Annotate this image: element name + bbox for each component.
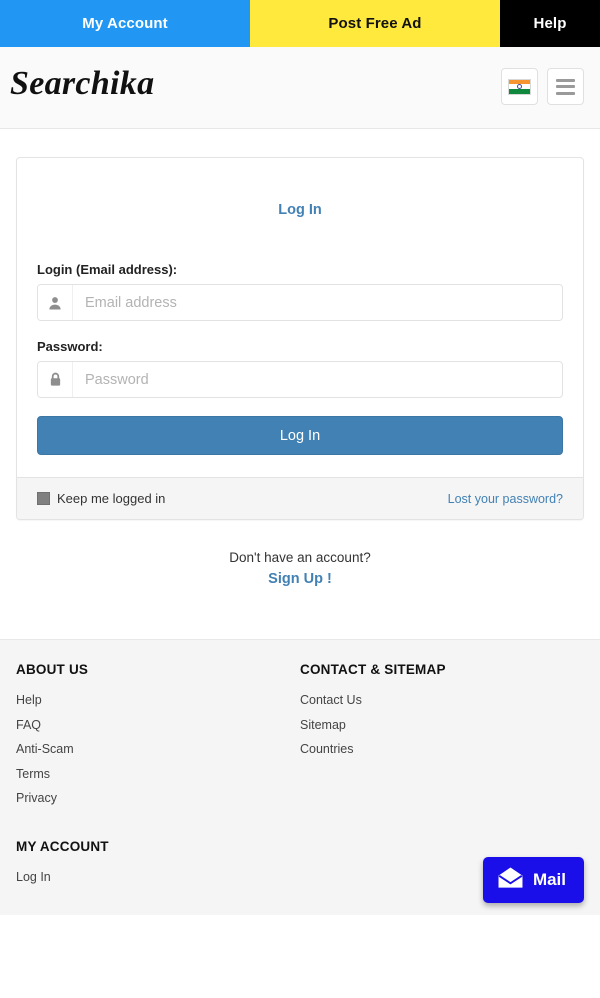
mail-widget-button[interactable]: Mail: [482, 856, 584, 903]
login-panel-heading[interactable]: Log In: [37, 202, 563, 218]
password-input[interactable]: [73, 362, 562, 397]
footer-link-contact-us[interactable]: Contact Us: [300, 693, 584, 707]
nav-item-my-account[interactable]: My Account: [0, 0, 250, 47]
header-button-group: [501, 68, 584, 105]
footer-link-help[interactable]: Help: [16, 693, 300, 707]
footer-heading-contact-sitemap: CONTACT & SITEMAP: [300, 662, 446, 677]
site-footer: ABOUT US Help FAQ Anti-Scam Terms Privac…: [0, 639, 600, 915]
email-input-group[interactable]: [37, 284, 563, 321]
site-header: Searchika: [0, 47, 600, 129]
footer-column-about-us: ABOUT US Help FAQ Anti-Scam Terms Privac…: [16, 662, 300, 895]
signup-prompt: Don't have an account? Sign Up !: [0, 550, 600, 587]
top-navigation-bar: My Account Post Free Ad Help: [0, 0, 600, 47]
email-field-label: Login (Email address):: [37, 262, 178, 277]
hamburger-menu-icon: [556, 78, 575, 95]
checkbox-box-icon[interactable]: [37, 492, 50, 505]
menu-toggle-button[interactable]: [547, 68, 584, 105]
footer-link-terms[interactable]: Terms: [16, 767, 300, 781]
language-flag-button[interactable]: [501, 68, 538, 105]
lost-password-link[interactable]: Lost your password?: [448, 492, 563, 506]
login-panel: Log In Login (Email address): Password:: [16, 157, 584, 520]
nav-item-post-free-ad[interactable]: Post Free Ad: [250, 0, 500, 47]
email-input[interactable]: [73, 285, 562, 320]
lock-icon: [38, 362, 73, 397]
footer-link-sitemap[interactable]: Sitemap: [300, 718, 584, 732]
footer-link-faq[interactable]: FAQ: [16, 718, 300, 732]
keep-me-logged-in-checkbox[interactable]: Keep me logged in: [37, 491, 165, 506]
password-input-group[interactable]: [37, 361, 563, 398]
keep-me-logged-in-label: Keep me logged in: [57, 491, 166, 506]
nav-item-post-free-ad-label: Post Free Ad: [328, 15, 422, 32]
nav-item-help-label: Help: [533, 15, 567, 32]
signup-link[interactable]: Sign Up !: [0, 571, 600, 587]
nav-item-help[interactable]: Help: [500, 0, 600, 47]
nav-item-my-account-label: My Account: [82, 15, 168, 32]
password-field-label: Password:: [37, 339, 103, 354]
footer-heading-my-account: MY ACCOUNT: [16, 839, 109, 854]
login-panel-footer: Keep me logged in Lost your password?: [17, 477, 583, 519]
user-icon: [38, 285, 73, 320]
mail-widget-label: Mail: [532, 869, 566, 889]
footer-link-countries[interactable]: Countries: [300, 742, 584, 756]
page-content: Log In Login (Email address): Password:: [0, 157, 600, 599]
footer-link-log-in[interactable]: Log In: [16, 870, 300, 884]
india-flag-icon: [508, 78, 531, 95]
footer-link-privacy[interactable]: Privacy: [16, 791, 300, 805]
envelope-open-icon: [497, 866, 524, 894]
footer-link-anti-scam[interactable]: Anti-Scam: [16, 742, 300, 756]
signup-question: Don't have an account?: [229, 550, 371, 565]
login-submit-button[interactable]: Log In: [37, 416, 563, 455]
login-panel-body: Log In Login (Email address): Password:: [17, 158, 583, 477]
brand-logo[interactable]: Searchika: [10, 65, 154, 103]
footer-heading-about-us: ABOUT US: [16, 662, 89, 677]
